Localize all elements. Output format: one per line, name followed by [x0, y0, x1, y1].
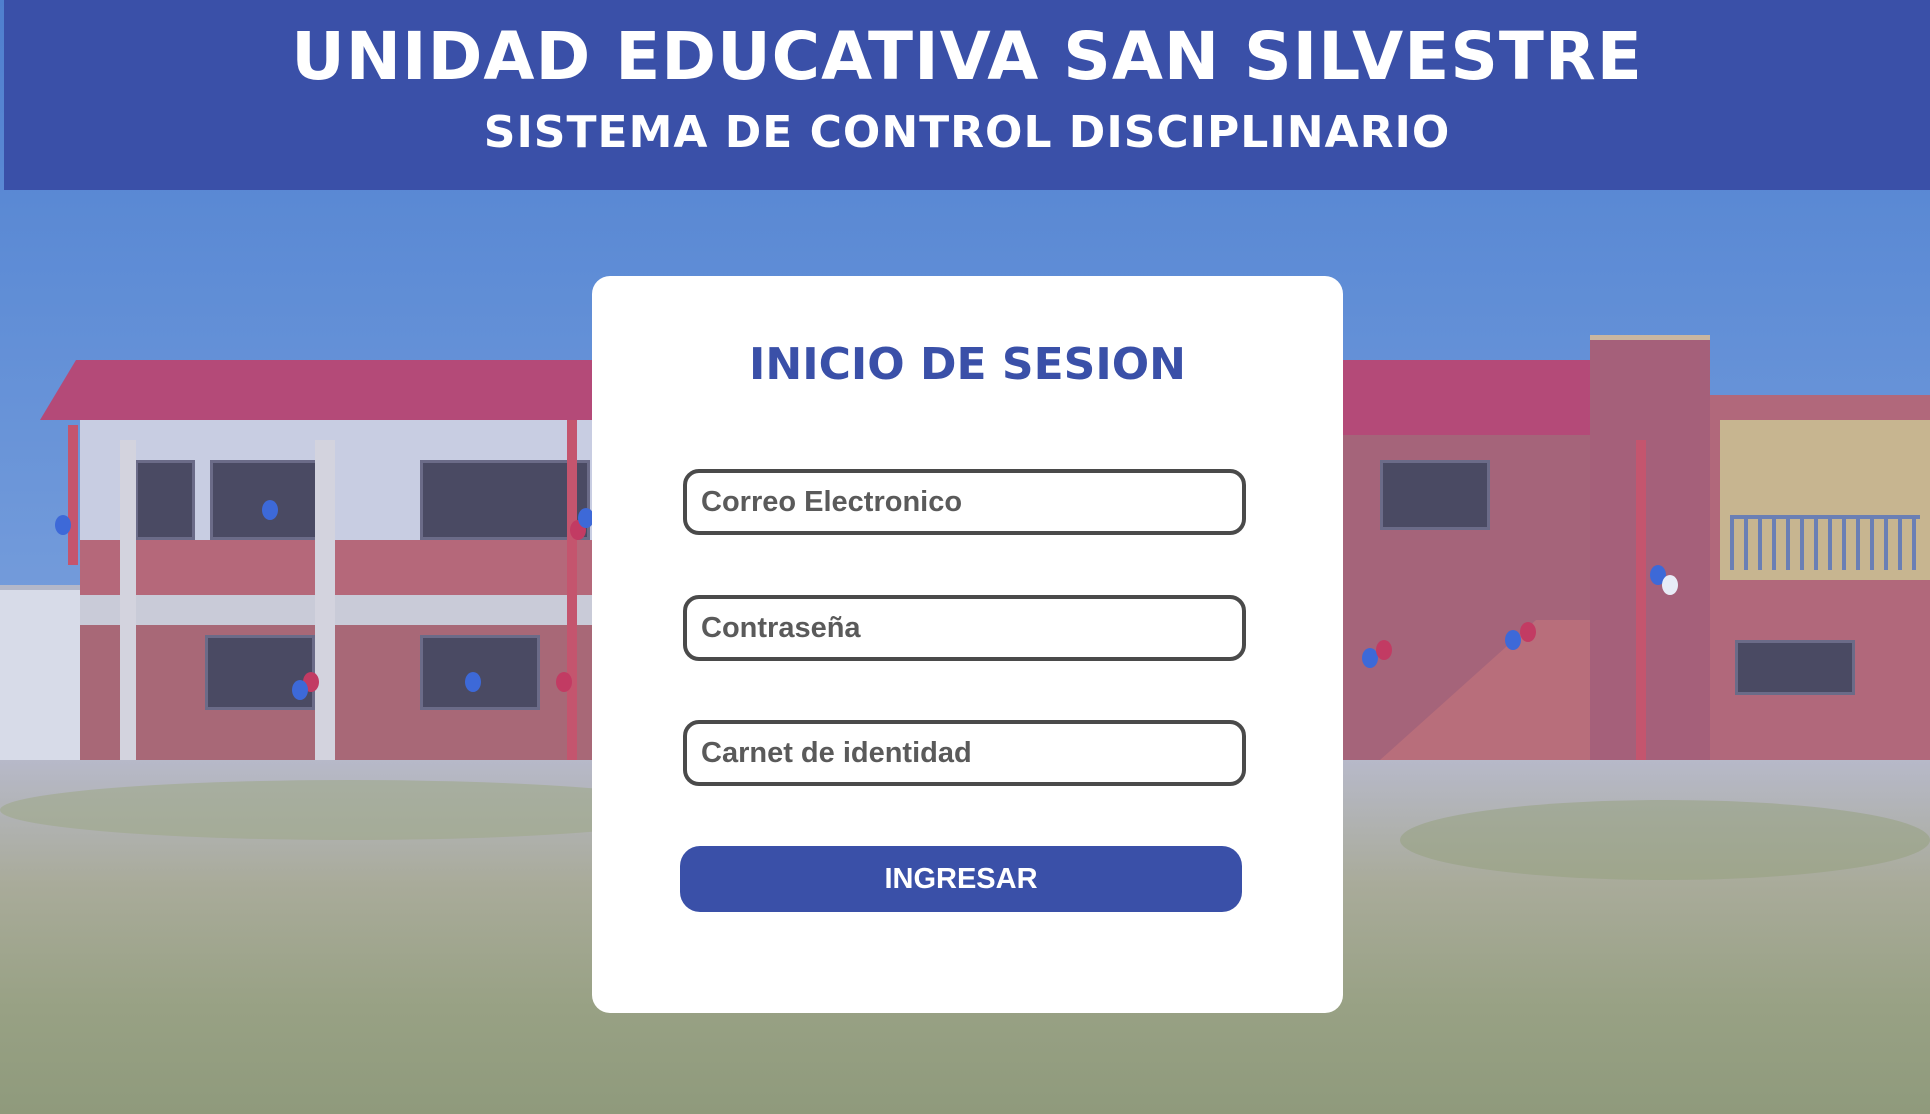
railing — [1730, 515, 1920, 570]
window — [135, 460, 195, 540]
left-building-lower-floor — [80, 625, 640, 775]
balloon — [1505, 630, 1521, 650]
grass-patch — [1400, 800, 1930, 880]
balloon — [465, 672, 481, 692]
window — [210, 460, 320, 540]
window — [420, 460, 590, 540]
system-name: SISTEMA DE CONTROL DISCIPLINARIO — [483, 107, 1451, 158]
left-building-floor-slab — [80, 595, 640, 625]
red-post — [1636, 440, 1646, 780]
pillar — [315, 440, 335, 775]
login-card: INICIO DE SESION INGRESAR — [592, 276, 1343, 1013]
balloon — [292, 680, 308, 700]
tower — [1590, 340, 1710, 780]
email-field[interactable] — [683, 469, 1246, 535]
login-title: INICIO DE SESION — [749, 339, 1186, 390]
login-button[interactable]: INGRESAR — [680, 846, 1242, 912]
balloon — [55, 515, 71, 535]
window — [1735, 640, 1855, 695]
balloon — [1662, 575, 1678, 595]
balloon — [556, 672, 572, 692]
red-post — [567, 420, 577, 780]
id-card-field[interactable] — [683, 720, 1246, 786]
balloon — [1520, 622, 1536, 642]
balloon — [1376, 640, 1392, 660]
window — [1380, 460, 1490, 530]
window — [420, 635, 540, 710]
left-building-roof — [40, 360, 640, 420]
balloon — [262, 500, 278, 520]
left-building-balcony — [80, 540, 640, 595]
password-field[interactable] — [683, 595, 1246, 661]
school-name: UNIDAD EDUCATIVA SAN SILVESTRE — [291, 18, 1643, 95]
header-banner: UNIDAD EDUCATIVA SAN SILVESTRE SISTEMA D… — [4, 0, 1930, 190]
pillar — [120, 440, 136, 775]
red-post — [68, 425, 78, 565]
